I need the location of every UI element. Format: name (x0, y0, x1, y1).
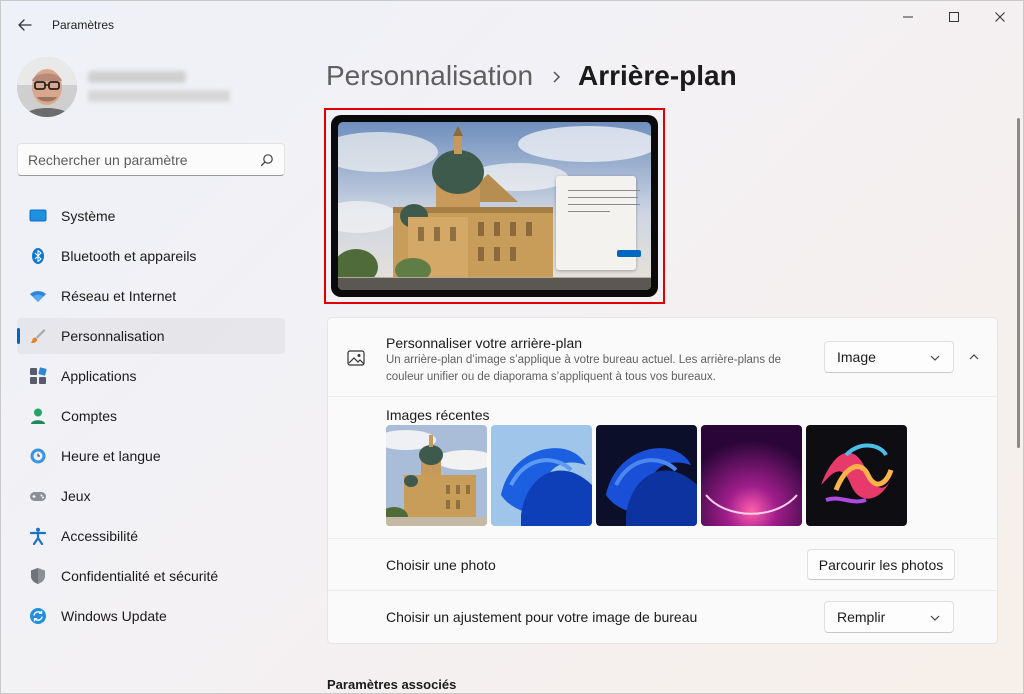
sidebar-nav: Système Bluetooth et appareils Réseau et… (17, 198, 285, 638)
recent-image-thumbnail[interactable] (701, 425, 802, 526)
sidebar-item-accounts[interactable]: Comptes (17, 398, 285, 434)
bluetooth-icon (29, 247, 47, 265)
scrollbar[interactable] (1017, 118, 1020, 448)
background-title: Personnaliser votre arrière-plan (386, 335, 583, 351)
sidebar-item-label: Confidentialité et sécurité (61, 568, 219, 584)
sidebar-item-label: Réseau et Internet (61, 288, 177, 304)
sidebar-item-accessibility[interactable]: Accessibilité (17, 518, 285, 554)
maximize-icon (949, 12, 959, 22)
related-settings-heading: Paramètres associés (327, 677, 457, 692)
sidebar-item-system[interactable]: Système (17, 198, 285, 234)
sidebar-item-label: Bluetooth et appareils (61, 248, 197, 264)
sidebar-item-apps[interactable]: Applications (17, 358, 285, 394)
collapse-button[interactable] (960, 343, 988, 371)
sidebar-item-gaming[interactable]: Jeux (17, 478, 285, 514)
sidebar-item-label: Jeux (61, 488, 91, 504)
close-button[interactable] (977, 4, 1023, 30)
apps-icon (29, 367, 47, 385)
app-title: Paramètres (52, 18, 115, 32)
search-input[interactable] (28, 150, 248, 170)
wallpaper-preview-highlight (324, 108, 665, 304)
search-box[interactable] (17, 143, 285, 176)
recent-image-thumbnail[interactable] (596, 425, 697, 526)
recent-image-thumbnail[interactable] (386, 425, 487, 526)
chevron-right-icon (553, 71, 561, 83)
sidebar-item-privacy[interactable]: Confidentialité et sécurité (17, 558, 285, 594)
sidebar-item-bluetooth[interactable]: Bluetooth et appareils (17, 238, 285, 274)
accessibility-icon (29, 527, 47, 545)
sample-text-line (568, 204, 640, 205)
sidebar-item-label: Applications (61, 368, 137, 384)
sample-text-line (568, 211, 610, 212)
sidebar-item-label: Windows Update (61, 608, 167, 624)
browse-photos-button[interactable]: Parcourir les photos (807, 549, 955, 580)
background-settings-card: Personnaliser votre arrière-plan Un arri… (327, 317, 998, 644)
purple-glow-image (701, 425, 802, 526)
recent-images-row: Images récentes (328, 397, 997, 539)
sample-window-preview (556, 176, 641, 270)
sidebar-item-time-language[interactable]: Heure et langue (17, 438, 285, 474)
chevron-up-icon (969, 354, 979, 360)
breadcrumb-parent-link[interactable]: Personnalisation (326, 60, 533, 91)
wifi-icon (29, 287, 47, 305)
bloom-blue-light-image (491, 425, 592, 526)
sidebar-item-label: Accessibilité (61, 528, 139, 544)
blurred-username (88, 71, 186, 83)
title-bar: Paramètres (0, 0, 1024, 50)
chevron-down-icon (930, 615, 940, 621)
fit-row: Choisir un ajustement pour votre image d… (328, 591, 997, 643)
user-photo-icon (17, 57, 77, 117)
recent-images-list (386, 425, 907, 526)
background-type-dropdown[interactable]: Image (824, 341, 954, 373)
sample-taskbar (338, 278, 651, 290)
bloom-blue-dark-image (596, 425, 697, 526)
back-button[interactable] (14, 14, 36, 36)
sample-text-line (568, 190, 640, 191)
sample-text-line (568, 197, 638, 198)
gamepad-icon (29, 487, 47, 505)
sidebar-item-label: Comptes (61, 408, 118, 424)
page-title: Arrière-plan (578, 60, 737, 91)
chevron-down-icon (930, 355, 940, 361)
recent-images-label: Images récentes (386, 407, 490, 423)
background-type-value: Image (837, 349, 876, 365)
sample-button (617, 250, 641, 257)
sidebar-item-label: Heure et langue (61, 448, 161, 464)
picture-icon (347, 350, 365, 366)
fit-value: Remplir (837, 609, 886, 625)
avatar[interactable] (17, 57, 77, 117)
sidebar-item-personalization[interactable]: Personnalisation (17, 318, 285, 354)
clock-globe-icon (29, 447, 47, 465)
desktop-preview-monitor (331, 115, 658, 297)
background-description: Un arrière-plan d’image s’applique à vot… (386, 354, 782, 383)
account-icon (29, 407, 47, 425)
cathedral-image (386, 425, 487, 526)
system-icon (29, 207, 47, 225)
recent-image-thumbnail[interactable] (491, 425, 592, 526)
brush-icon (29, 327, 47, 345)
breadcrumb: Personnalisation Arrière-plan (326, 60, 737, 92)
arrow-left-icon (18, 19, 32, 31)
close-icon (995, 12, 1005, 22)
minimize-button[interactable] (885, 4, 931, 30)
ribbon-flow-image (806, 425, 907, 526)
recent-image-thumbnail[interactable] (806, 425, 907, 526)
fit-dropdown[interactable]: Remplir (824, 601, 954, 633)
blurred-email (88, 90, 230, 102)
fit-label: Choisir un ajustement pour votre image d… (386, 609, 698, 625)
choose-photo-row: Choisir une photo Parcourir les photos (328, 539, 997, 591)
shield-icon (29, 567, 47, 585)
sidebar-item-windows-update[interactable]: Windows Update (17, 598, 285, 634)
search-icon[interactable] (260, 153, 274, 167)
minimize-icon (903, 16, 913, 18)
sidebar-item-label: Système (61, 208, 116, 224)
sidebar-item-label: Personnalisation (61, 328, 165, 344)
choose-photo-label: Choisir une photo (386, 557, 496, 573)
wallpaper-preview-screen (338, 122, 651, 290)
maximize-button[interactable] (931, 4, 977, 30)
sidebar-item-network[interactable]: Réseau et Internet (17, 278, 285, 314)
background-type-row: Personnaliser votre arrière-plan Un arri… (328, 318, 997, 397)
update-icon (29, 607, 47, 625)
